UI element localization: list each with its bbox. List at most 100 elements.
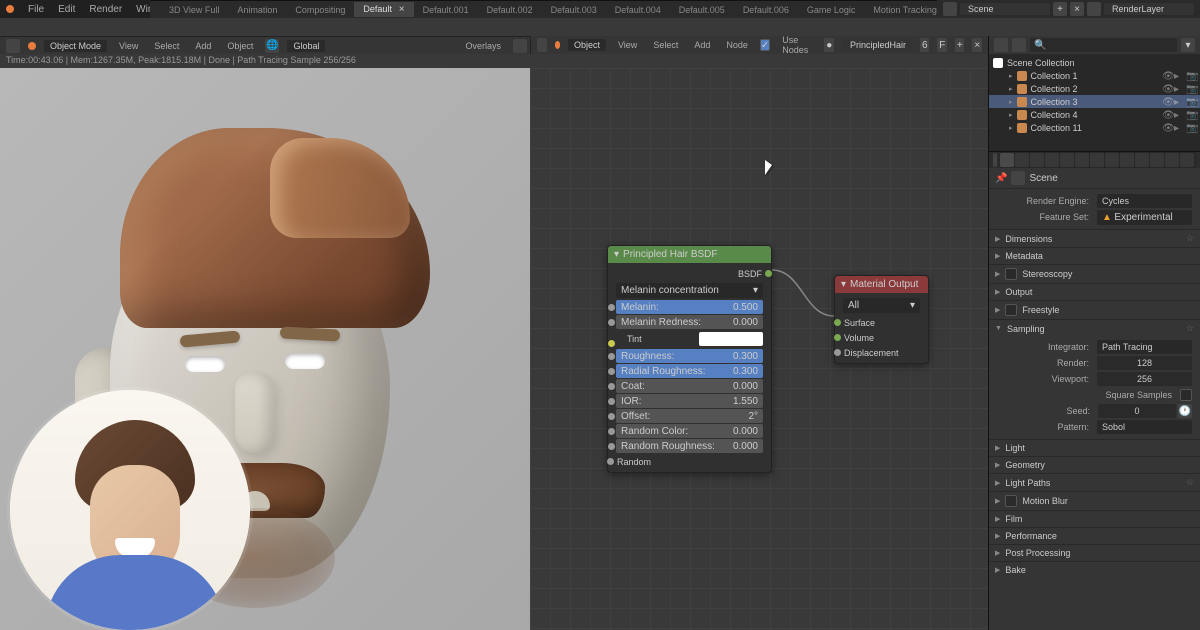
visibility-icon[interactable]: 👁 <box>1162 123 1172 133</box>
shading-wire-icon[interactable] <box>513 39 527 53</box>
panel-header[interactable]: ▶Light Paths☆ <box>989 474 1200 491</box>
workspace-tab[interactable]: Default × <box>354 2 413 17</box>
render-engine-dropdown[interactable]: Cycles <box>1097 194 1192 208</box>
param-field[interactable]: Coat:0.000 <box>616 379 763 393</box>
collection-row[interactable]: ▸Collection 1👁▸📷 <box>989 69 1200 82</box>
sampling-panel-header[interactable]: ▼ Sampling ☆ <box>989 320 1200 337</box>
collection-row[interactable]: ▸Collection 4👁▸📷 <box>989 108 1200 121</box>
seed-clock-icon[interactable]: 🕐 <box>1178 404 1192 418</box>
workspace-tab[interactable]: Game Logic <box>798 3 865 17</box>
add-scene-button[interactable]: + <box>1053 2 1067 16</box>
visibility-icon[interactable]: 👁 <box>1162 97 1172 107</box>
editor-type-icon[interactable] <box>6 39 20 53</box>
workspace-tab[interactable]: Compositing <box>286 3 354 17</box>
principled-hair-node[interactable]: ▾ Principled Hair BSDF BSDF Melanin conc… <box>607 245 772 473</box>
outliner-type-icon[interactable] <box>994 38 1008 52</box>
orientation-dropdown[interactable]: Global <box>287 40 325 52</box>
collection-row[interactable]: ▸Collection 2👁▸📷 <box>989 82 1200 95</box>
panel-header[interactable]: ▶Dimensions☆ <box>989 230 1200 247</box>
constraint-tab[interactable] <box>1135 153 1149 167</box>
output-tab[interactable] <box>1015 153 1029 167</box>
panel-header[interactable]: ▶Bake <box>989 562 1200 578</box>
input-socket[interactable] <box>608 304 615 311</box>
selectable-icon[interactable]: ▸ <box>1174 84 1184 94</box>
feature-set-dropdown[interactable]: ▲ Experimental <box>1097 210 1192 225</box>
param-field[interactable]: Melanin Redness:0.000 <box>616 315 763 329</box>
workspace-tab[interactable]: Default.002 <box>478 3 542 17</box>
workspace-tab[interactable]: Motion Tracking <box>864 3 946 17</box>
param-field[interactable]: Roughness:0.300 <box>616 349 763 363</box>
output-socket[interactable] <box>765 270 772 277</box>
input-socket[interactable] <box>608 383 615 390</box>
material-tab[interactable] <box>1165 153 1179 167</box>
visibility-icon[interactable]: 👁 <box>1162 84 1172 94</box>
seed-input[interactable]: 0 <box>1098 404 1176 418</box>
panel-header[interactable]: ▶Geometry <box>989 457 1200 473</box>
input-socket[interactable] <box>608 398 615 405</box>
parametrization-dropdown[interactable]: Melanin concentration▾ <box>616 283 763 298</box>
visibility-icon[interactable]: 👁 <box>1162 110 1172 120</box>
selectable-icon[interactable]: ▸ <box>1174 123 1184 133</box>
panel-header[interactable]: ▶Light <box>989 440 1200 456</box>
workspace-tab[interactable]: Default.005 <box>670 3 734 17</box>
menu-file[interactable]: File <box>28 4 44 15</box>
panel-checkbox[interactable] <box>1005 304 1017 316</box>
node-input-row[interactable]: Volume <box>838 330 925 345</box>
node-header[interactable]: ▾ Material Output <box>835 276 928 293</box>
visibility-icon[interactable]: 👁 <box>1162 71 1172 81</box>
workspace-tab[interactable]: Default.006 <box>734 3 798 17</box>
physics-tab[interactable] <box>1120 153 1134 167</box>
workspace-tab[interactable]: Default.001 <box>414 3 478 17</box>
input-socket[interactable] <box>608 319 615 326</box>
panel-header[interactable]: ▶Output <box>989 284 1200 300</box>
panel-header[interactable]: ▶Motion Blur <box>989 492 1200 510</box>
node-header[interactable]: ▾ Principled Hair BSDF <box>608 246 771 263</box>
vp-menu-view[interactable]: View <box>115 40 142 52</box>
scene-collection-row[interactable]: Scene Collection <box>989 56 1200 69</box>
panel-header[interactable]: ▶Stereoscopy <box>989 265 1200 283</box>
render-icon[interactable]: 📷 <box>1186 71 1196 81</box>
input-socket[interactable] <box>608 443 615 450</box>
mode-dropdown[interactable]: Object Mode <box>44 40 107 52</box>
render-tab[interactable] <box>1000 153 1014 167</box>
render-icon[interactable]: 📷 <box>1186 110 1196 120</box>
texture-tab[interactable] <box>1180 153 1194 167</box>
disclosure-icon[interactable]: ▸ <box>1009 85 1013 93</box>
param-field[interactable]: Melanin:0.500 <box>616 300 763 314</box>
node-menu-view[interactable]: View <box>614 39 641 51</box>
3d-viewport[interactable] <box>0 68 530 630</box>
menu-edit[interactable]: Edit <box>58 4 75 15</box>
use-nodes-checkbox[interactable]: ✓ <box>760 39 770 51</box>
vp-menu-add[interactable]: Add <box>191 40 215 52</box>
panel-header[interactable]: ▶Film <box>989 511 1200 527</box>
filter-icon[interactable]: ▾ <box>1181 38 1195 52</box>
workspace-tab[interactable]: Default.003 <box>542 3 606 17</box>
render-icon[interactable]: 📷 <box>1186 97 1196 107</box>
new-material-button[interactable]: + <box>955 38 965 52</box>
display-mode-icon[interactable] <box>1012 38 1026 52</box>
panel-checkbox[interactable] <box>1005 495 1017 507</box>
input-socket[interactable] <box>608 428 615 435</box>
bsdf-output[interactable]: BSDF <box>611 266 768 281</box>
material-users[interactable]: 6 <box>920 38 930 52</box>
viewlayer-tab[interactable] <box>1030 153 1044 167</box>
node-menu-add[interactable]: Add <box>690 39 714 51</box>
disclosure-icon[interactable]: ▸ <box>1009 72 1013 80</box>
disclosure-icon[interactable]: ▸ <box>1009 98 1013 106</box>
data-tab[interactable] <box>1150 153 1164 167</box>
node-mode-dropdown[interactable]: Object <box>568 39 606 51</box>
input-socket[interactable] <box>608 368 615 375</box>
modifier-tab[interactable] <box>1090 153 1104 167</box>
vp-menu-object[interactable]: Object <box>223 40 257 52</box>
param-field[interactable]: Random Roughness:0.000 <box>616 439 763 453</box>
param-field[interactable]: IOR:1.550 <box>616 394 763 408</box>
target-dropdown[interactable]: All▾ <box>843 298 920 313</box>
panel-checkbox[interactable] <box>1005 268 1017 280</box>
selectable-icon[interactable]: ▸ <box>1174 71 1184 81</box>
selectable-icon[interactable]: ▸ <box>1174 110 1184 120</box>
fake-user-button[interactable]: F <box>937 38 947 52</box>
panel-header[interactable]: ▶Post Processing <box>989 545 1200 561</box>
world-tab[interactable] <box>1060 153 1074 167</box>
outliner-search[interactable]: 🔍 <box>1030 38 1177 52</box>
param-field[interactable]: Radial Roughness:0.300 <box>616 364 763 378</box>
